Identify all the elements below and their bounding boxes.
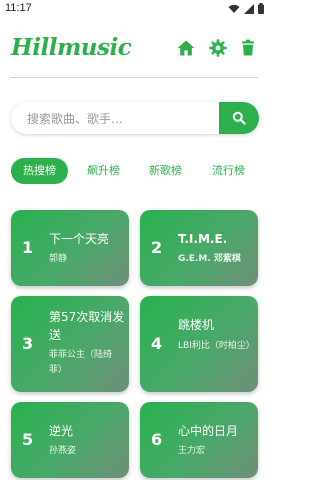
wifi-icon [228,4,240,13]
song-rank: 3 [22,334,34,353]
song-card[interactable]: 5 逆光 孙燕姿 [11,402,129,478]
song-rank: 1 [22,238,34,257]
song-rank: 5 [22,430,34,449]
song-rank: 2 [151,238,163,257]
song-artist: 菲菲公主（陆绮菲） [49,350,113,375]
app-logo: Hillmusic [11,34,132,61]
header-divider [10,77,258,78]
search-input[interactable] [25,102,219,136]
song-title: 第57次取消发送 [49,310,125,342]
song-card[interactable]: 6 心中的日月 王力宏 [140,402,258,478]
song-artist: 郭静 [49,254,68,264]
song-artist: 孙燕姿 [49,446,77,456]
trash-icon[interactable] [238,38,258,58]
song-rank: 4 [151,334,163,353]
search-icon [232,111,246,125]
tab-new-songs[interactable]: 新歌榜 [137,158,194,184]
search-button[interactable] [219,102,259,134]
song-card[interactable]: 3 第57次取消发送 菲菲公主（陆绮菲） [11,296,129,392]
tab-rising[interactable]: 飙升榜 [75,158,132,184]
song-card[interactable]: 2 T.I.M.E. G.E.M. 邓紫棋 [140,210,258,286]
battery-icon [258,3,264,14]
chart-tabs: 热搜榜 飙升榜 新歌榜 流行榜 [11,158,261,184]
song-title: 下一个天亮 [49,232,110,246]
song-title: 心中的日月 [178,424,239,438]
search-bar [11,102,259,136]
song-artist: LBI利比（时柏尘） [178,341,255,351]
song-artist: G.E.M. 邓紫棋 [178,254,241,264]
song-title: 逆光 [49,424,74,438]
song-artist: 王力宏 [178,446,206,456]
signal-icon [244,3,254,14]
app-header: Hillmusic [0,28,270,70]
song-title: 跳楼机 [178,318,215,332]
song-card[interactable]: 1 下一个天亮 郭静 [11,210,129,286]
status-time: 11:17 [5,2,32,14]
song-title: T.I.M.E. [178,232,228,246]
song-card[interactable]: 4 跳楼机 LBI利比（时柏尘） [140,296,258,392]
status-bar: 11:17 [0,0,270,18]
tab-hot-search[interactable]: 热搜榜 [11,158,68,184]
song-rank: 6 [151,430,163,449]
tab-popular[interactable]: 流行榜 [200,158,257,184]
status-icons [228,3,264,14]
home-icon[interactable] [176,38,196,58]
gear-icon[interactable] [208,38,228,58]
